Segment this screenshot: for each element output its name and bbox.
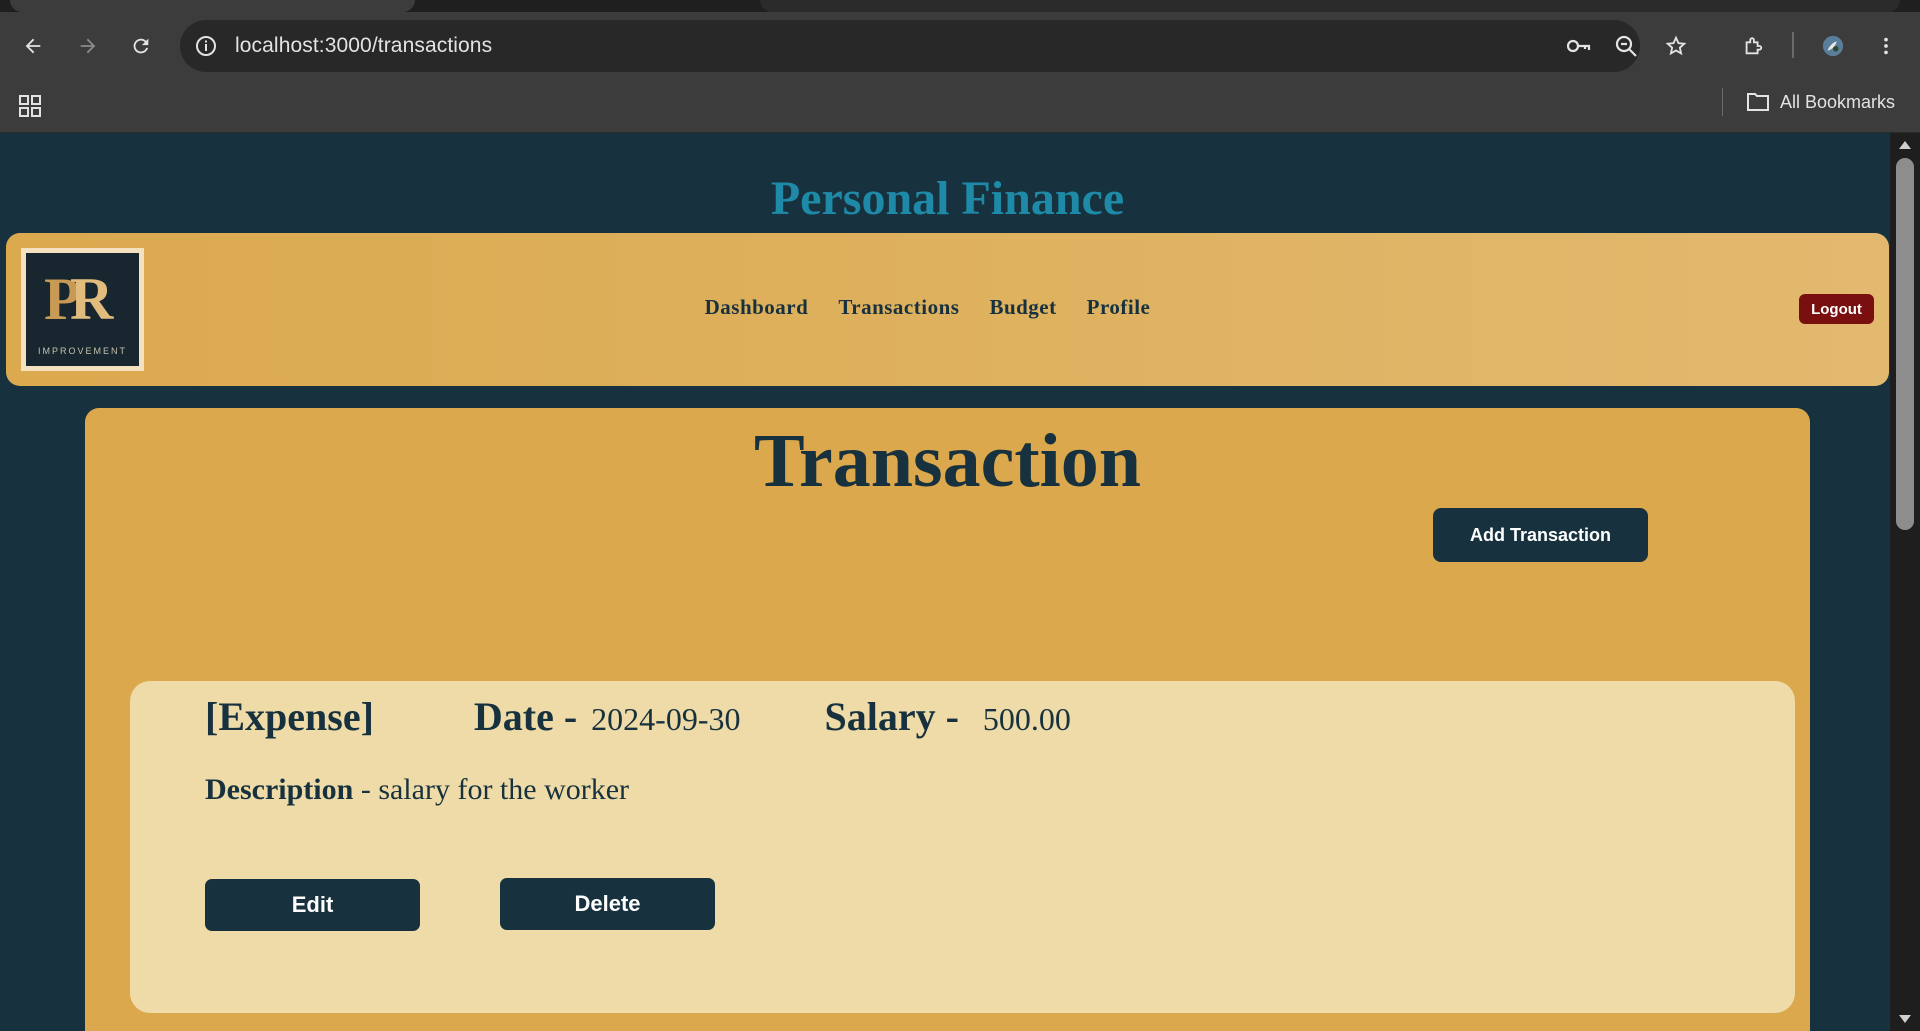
transaction-amount: 500.00 <box>982 701 1071 737</box>
address-bar[interactable]: localhost:3000/transactions <box>180 20 1640 72</box>
star-icon[interactable] <box>1658 28 1694 64</box>
extensions-icon[interactable] <box>1735 28 1771 64</box>
password-key-icon[interactable] <box>1565 33 1591 59</box>
more-menu-icon[interactable] <box>1868 28 1904 64</box>
page-heading: Transaction <box>753 419 1142 503</box>
back-arrow-icon[interactable] <box>15 28 51 64</box>
zoom-icon[interactable] <box>1613 33 1639 59</box>
all-bookmarks-button[interactable]: All Bookmarks <box>1746 88 1895 116</box>
transactions-panel: Transaction Add Transaction [Expense] Da… <box>85 408 1810 1031</box>
description-label: Description <box>205 773 354 806</box>
bookmarks-divider <box>1722 88 1723 116</box>
url-text[interactable]: localhost:3000/transactions <box>235 34 492 58</box>
forward-arrow-icon[interactable] <box>70 28 106 64</box>
profile-avatar-icon[interactable] <box>1815 28 1851 64</box>
logout-button[interactable]: Logout <box>1799 294 1874 324</box>
transaction-type: [Expense] <box>205 694 374 739</box>
category-label: Salary - <box>824 694 959 739</box>
active-tab[interactable] <box>10 0 415 12</box>
page-viewport: Personal Finance P R IMPROVEMENT Dashboa… <box>0 133 1890 1031</box>
browser-toolbar: localhost:3000/transactions <box>0 12 1920 78</box>
nav-link-profile[interactable]: Profile <box>1087 295 1151 320</box>
reload-icon[interactable] <box>123 28 159 64</box>
inactive-tab[interactable] <box>760 0 1900 12</box>
site-navbar: P R IMPROVEMENT Dashboard Transactions B… <box>6 233 1889 386</box>
bookmarks-bar: All Bookmarks <box>0 78 1920 133</box>
date-label: Date - <box>473 694 578 739</box>
nav-link-budget[interactable]: Budget <box>989 295 1056 320</box>
page-scrollbar[interactable] <box>1890 133 1920 1031</box>
apps-grid-icon[interactable] <box>18 94 42 118</box>
scroll-up-arrow-icon[interactable] <box>1899 141 1911 149</box>
browser-tabstrip <box>0 0 1920 12</box>
description-text: - salary for the worker <box>360 773 630 806</box>
nav-link-transactions[interactable]: Transactions <box>838 295 959 320</box>
site-title: Personal Finance <box>770 172 1125 225</box>
all-bookmarks-label: All Bookmarks <box>1780 91 1896 112</box>
nav-links: Dashboard Transactions Budget Profile <box>6 295 1889 320</box>
delete-button[interactable]: Delete <box>500 878 715 930</box>
transaction-summary: [Expense] Date - 2024-09-30 Salary - 500… <box>205 693 1071 740</box>
transaction-date: 2024-09-30 <box>591 701 741 737</box>
logo-caption: IMPROVEMENT <box>37 346 127 356</box>
folder-icon <box>1747 93 1769 111</box>
scroll-down-arrow-icon[interactable] <box>1899 1015 1911 1023</box>
scrollbar-thumb[interactable] <box>1896 158 1914 530</box>
add-transaction-button[interactable]: Add Transaction <box>1433 508 1648 562</box>
toolbar-divider <box>1792 32 1794 58</box>
transaction-card: [Expense] Date - 2024-09-30 Salary - 500… <box>130 681 1795 1013</box>
nav-link-dashboard[interactable]: Dashboard <box>705 295 809 320</box>
transaction-description: Description - salary for the worker <box>205 773 629 807</box>
site-info-icon[interactable] <box>194 34 218 58</box>
edit-button[interactable]: Edit <box>205 879 420 931</box>
